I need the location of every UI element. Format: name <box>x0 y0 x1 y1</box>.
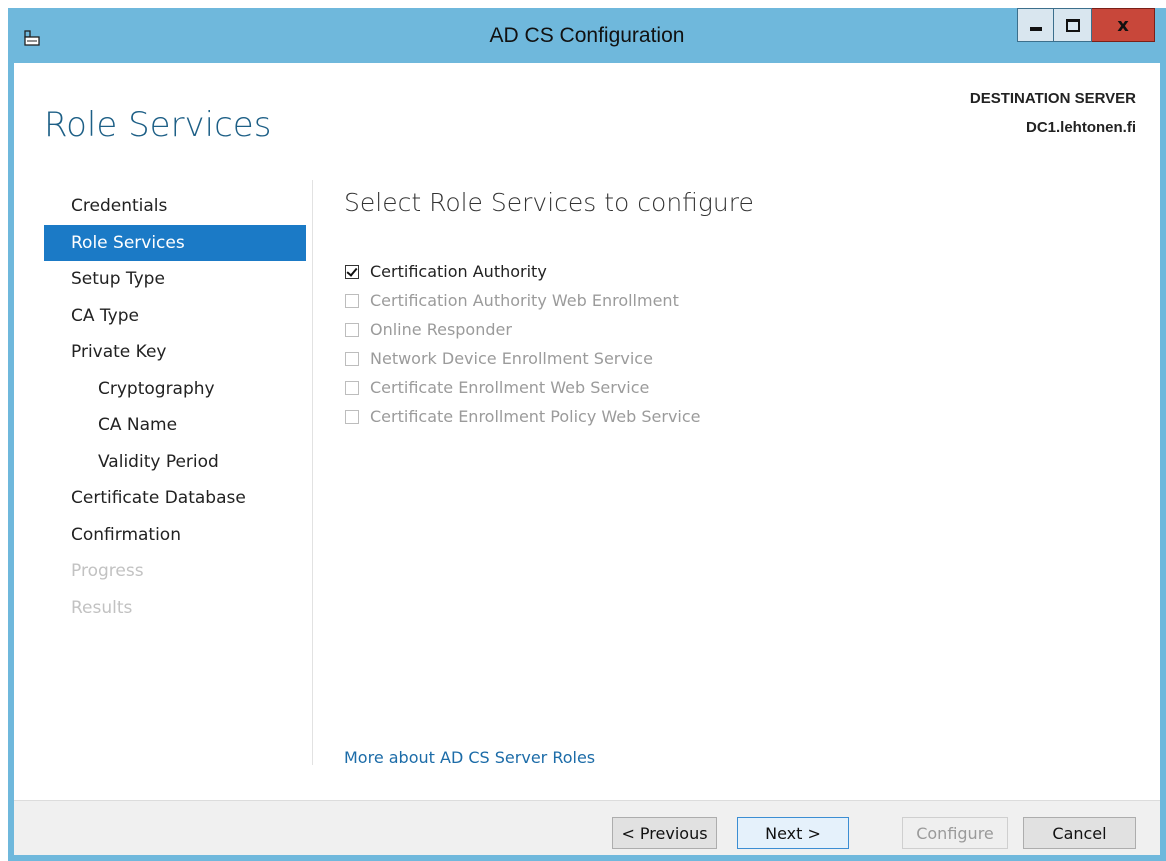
service-online-responder: Online Responder <box>345 315 701 344</box>
configure-button: Configure <box>902 817 1008 849</box>
window: AD CS Configuration x Role Services DEST… <box>8 8 1166 861</box>
nav-item-private-key[interactable]: Private Key <box>44 334 306 371</box>
window-title: AD CS Configuration <box>489 24 685 47</box>
title-bar[interactable]: AD CS Configuration x <box>8 8 1166 63</box>
minimize-icon <box>1029 27 1042 31</box>
checkbox <box>345 380 359 395</box>
nav-item-results: Results <box>71 597 133 618</box>
nav-item-validity-period[interactable]: Validity Period <box>44 444 306 481</box>
wizard-nav: Credentials Role Services Setup Type CA … <box>44 188 306 626</box>
nav-item-certificate-database[interactable]: Certificate Database <box>44 480 306 517</box>
nav-item-ca-type[interactable]: CA Type <box>44 298 306 335</box>
nav-item-role-services[interactable]: Role Services <box>44 224 306 261</box>
button-bar: < Previous Next > Configure Cancel <box>14 800 1160 855</box>
close-icon: x <box>1117 14 1129 36</box>
nav-item-setup-type[interactable]: Setup Type <box>44 261 306 298</box>
dialog-body: Role Services DESTINATION SERVER DC1.leh… <box>14 63 1160 800</box>
service-cert-enrollment-policy-web-service: Certificate Enrollment Policy Web Servic… <box>345 402 701 431</box>
nav-item-cryptography[interactable]: Cryptography <box>44 371 306 408</box>
maximize-button[interactable] <box>1054 8 1092 42</box>
next-button[interactable]: Next > <box>737 817 849 849</box>
nav-item-credentials[interactable]: Credentials <box>44 188 306 225</box>
cancel-button[interactable]: Cancel <box>1023 817 1136 849</box>
role-services-list: Certification Authority Certification Au… <box>345 257 701 431</box>
checkbox-checked[interactable] <box>345 264 359 279</box>
more-about-link[interactable]: More about AD CS Server Roles <box>344 748 595 767</box>
service-ca-web-enrollment: Certification Authority Web Enrollment <box>345 286 701 315</box>
minimize-button[interactable] <box>1017 8 1054 42</box>
service-label: Certification Authority <box>370 262 547 281</box>
checkbox <box>345 409 359 424</box>
service-certification-authority[interactable]: Certification Authority <box>345 257 701 286</box>
close-button[interactable]: x <box>1092 8 1155 42</box>
checkbox <box>345 322 359 337</box>
nav-item-confirmation[interactable]: Confirmation <box>44 517 306 554</box>
service-label: Online Responder <box>370 320 512 339</box>
service-label: Certificate Enrollment Policy Web Servic… <box>370 407 701 426</box>
section-title: Select Role Services to configure <box>344 188 754 217</box>
checkbox <box>345 351 359 366</box>
page-title: Role Services <box>44 105 272 145</box>
service-label: Certificate Enrollment Web Service <box>370 378 650 397</box>
service-label: Certification Authority Web Enrollment <box>370 291 679 310</box>
nav-item-ca-name[interactable]: CA Name <box>44 407 306 444</box>
previous-button[interactable]: < Previous <box>612 817 717 849</box>
service-ndes: Network Device Enrollment Service <box>345 344 701 373</box>
maximize-icon <box>1065 18 1080 32</box>
service-label: Network Device Enrollment Service <box>370 349 653 368</box>
service-cert-enrollment-web-service: Certificate Enrollment Web Service <box>345 373 701 402</box>
destination-server-name: DC1.lehtonen.fi <box>1025 119 1136 136</box>
checkbox <box>345 293 359 308</box>
nav-item-progress: Progress <box>71 561 144 581</box>
nav-divider <box>312 180 313 765</box>
destination-server-label: DESTINATION SERVER <box>969 90 1136 107</box>
